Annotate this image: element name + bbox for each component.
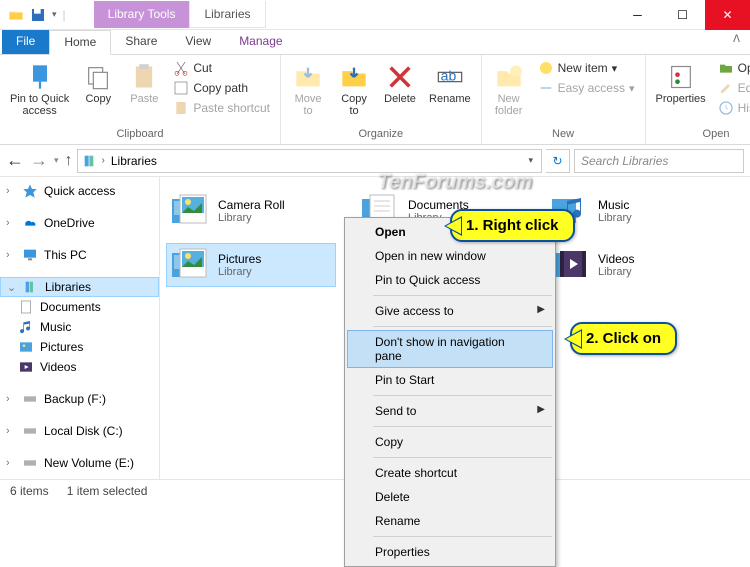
new-folder-button[interactable]: New folder — [488, 59, 530, 119]
context-menu: Open Open in new window Pin to Quick acc… — [344, 217, 556, 567]
ribbon-collapse[interactable]: ᐱ — [723, 30, 750, 54]
move-to-button[interactable]: Move to — [287, 59, 329, 119]
context-pin-start[interactable]: Pin to Start — [347, 368, 553, 392]
tab-view[interactable]: View — [171, 30, 225, 54]
context-open-new-window[interactable]: Open in new window — [347, 244, 553, 268]
pin-quick-access-button[interactable]: Pin to Quick access — [6, 59, 73, 119]
ribbon: Pin to Quick access Copy Paste Cut Copy … — [0, 55, 750, 145]
contextual-tab-group: Library Tools — [94, 1, 190, 28]
search-input[interactable]: Search Libraries — [574, 149, 744, 173]
navigation-pane: Quick access OneDrive This PC Libraries … — [0, 177, 160, 479]
ribbon-tabs: File Home Share View Manage ᐱ — [0, 30, 750, 55]
main-area: Quick access OneDrive This PC Libraries … — [0, 177, 750, 479]
sidebar-item-this-pc[interactable]: This PC — [0, 245, 159, 265]
qat-dropdown[interactable]: ▾ — [52, 9, 57, 20]
context-delete[interactable]: Delete — [347, 485, 553, 509]
refresh-button[interactable]: ↻ — [546, 149, 570, 173]
status-item-count: 6 items — [10, 484, 49, 498]
context-send-to[interactable]: Send to▶ — [347, 399, 553, 423]
sidebar-item-onedrive[interactable]: OneDrive — [0, 213, 159, 233]
breadcrumb[interactable]: Libraries — [109, 154, 159, 168]
context-give-access[interactable]: Give access to▶ — [347, 299, 553, 323]
back-button[interactable]: ← — [6, 150, 24, 171]
paste-shortcut-button[interactable]: Paste shortcut — [169, 99, 274, 117]
up-button[interactable]: ↑ — [65, 152, 73, 170]
tab-share[interactable]: Share — [111, 30, 171, 54]
context-copy[interactable]: Copy — [347, 430, 553, 454]
save-icon[interactable] — [30, 7, 46, 23]
callout-1: 1. Right click — [450, 209, 575, 242]
cut-button[interactable]: Cut — [169, 59, 274, 77]
context-pin-quick-access[interactable]: Pin to Quick access — [347, 268, 553, 292]
address-dropdown[interactable]: ▾ — [524, 155, 537, 166]
library-item-camera-roll[interactable]: Camera RollLibrary — [166, 189, 336, 233]
title-bar: ▾ | Library Tools Libraries ─ ☐ ✕ — [0, 0, 750, 30]
library-item-videos[interactable]: VideosLibrary — [546, 243, 716, 287]
callout-2: 2. Click on — [570, 322, 677, 355]
window-title: Libraries — [189, 1, 265, 28]
libraries-icon — [82, 153, 98, 169]
sidebar-item-documents[interactable]: Documents — [0, 297, 159, 317]
address-bar[interactable]: › Libraries ▾ — [77, 149, 542, 173]
sidebar-item-vol-e[interactable]: New Volume (E:) — [0, 453, 159, 473]
sidebar-item-backup[interactable]: Backup (F:) — [0, 389, 159, 409]
easy-access-button[interactable]: Easy access ▾ — [534, 79, 639, 97]
new-item-button[interactable]: New item ▾ — [534, 59, 639, 77]
recent-dropdown[interactable]: ▾ — [54, 155, 59, 166]
open-button[interactable]: Open ▾ — [714, 59, 750, 77]
context-rename[interactable]: Rename — [347, 509, 553, 533]
close-button[interactable]: ✕ — [705, 0, 750, 30]
history-button[interactable]: History — [714, 99, 750, 117]
tab-manage[interactable]: Manage — [225, 30, 296, 54]
sidebar-item-libraries[interactable]: Libraries — [0, 277, 159, 297]
context-dont-show-nav[interactable]: Don't show in navigation pane — [347, 330, 553, 368]
folder-icon — [8, 7, 24, 23]
rename-button[interactable]: abRename — [425, 59, 475, 107]
context-create-shortcut[interactable]: Create shortcut — [347, 461, 553, 485]
paste-button[interactable]: Paste — [123, 59, 165, 107]
maximize-button[interactable]: ☐ — [660, 0, 705, 30]
copy-path-button[interactable]: Copy path — [169, 79, 274, 97]
library-item-pictures[interactable]: PicturesLibrary — [166, 243, 336, 287]
sidebar-item-local-c[interactable]: Local Disk (C:) — [0, 421, 159, 441]
properties-button[interactable]: Properties — [652, 59, 710, 107]
edit-button[interactable]: Edit — [714, 79, 750, 97]
svg-text:ab: ab — [440, 68, 456, 84]
nav-bar: ← → ▾ ↑ › Libraries ▾ ↻ Search Libraries — [0, 145, 750, 177]
sidebar-item-pictures[interactable]: Pictures — [0, 337, 159, 357]
tab-file[interactable]: File — [2, 30, 49, 54]
tab-home[interactable]: Home — [49, 30, 111, 55]
delete-button[interactable]: Delete — [379, 59, 421, 107]
sidebar-item-quick-access[interactable]: Quick access — [0, 181, 159, 201]
copy-to-button[interactable]: Copy to — [333, 59, 375, 119]
forward-button[interactable]: → — [30, 150, 48, 171]
minimize-button[interactable]: ─ — [615, 0, 660, 30]
status-selected: 1 item selected — [67, 484, 148, 498]
context-properties[interactable]: Properties — [347, 540, 553, 564]
sidebar-item-music[interactable]: Music — [0, 317, 159, 337]
copy-button[interactable]: Copy — [77, 59, 119, 107]
content-pane: TenForums.com Camera RollLibrary Documen… — [160, 177, 750, 479]
sidebar-item-videos[interactable]: Videos — [0, 357, 159, 377]
